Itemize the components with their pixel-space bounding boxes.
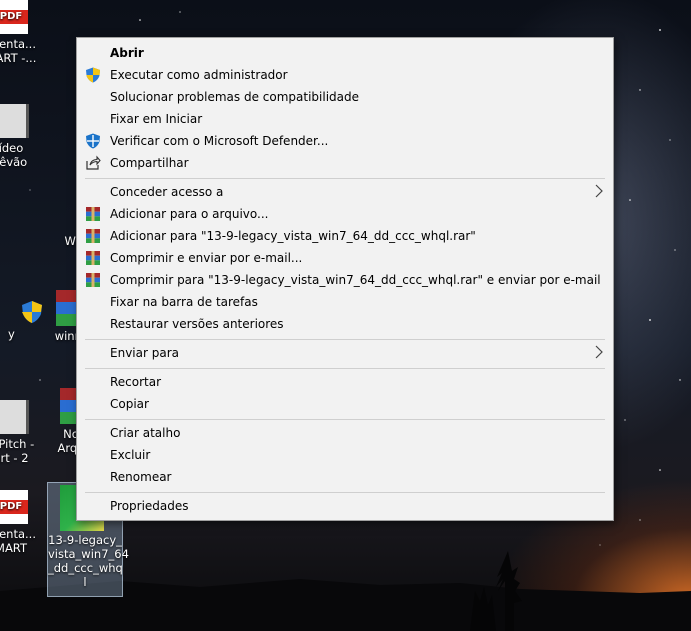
- menu-item-label: Restaurar versões anteriores: [110, 317, 284, 331]
- menu-item-scan-defender[interactable]: Verificar com o Microsoft Defender...: [77, 130, 613, 152]
- menu-item-create-shortcut[interactable]: Criar atalho: [77, 422, 613, 444]
- winrar-icon: [86, 273, 100, 287]
- menu-item-label: Solucionar problemas de compatibilidade: [110, 90, 359, 104]
- menu-item-restore-versions[interactable]: Restaurar versões anteriores: [77, 313, 613, 335]
- menu-item-add-to-archive[interactable]: Adicionar para o arquivo...: [77, 203, 613, 225]
- desktop-icon-pdf-1[interactable]: PDF esenta... MART -...: [0, 0, 50, 65]
- chevron-right-icon: [595, 184, 603, 198]
- desktop-icon-label: esenta... MART: [0, 527, 36, 555]
- menu-item-label: Enviar para: [110, 346, 179, 360]
- winrar-icon: [86, 229, 100, 243]
- menu-item-label: Executar como administrador: [110, 68, 288, 82]
- share-icon: [86, 155, 101, 170]
- menu-item-label: Compartilhar: [110, 156, 189, 170]
- menu-item-send-to[interactable]: Enviar para: [77, 342, 613, 364]
- winrar-icon: [86, 251, 100, 265]
- menu-item-label: Verificar com o Microsoft Defender...: [110, 134, 329, 148]
- menu-item-delete[interactable]: Excluir: [77, 444, 613, 466]
- desktop-icon-pdf-2[interactable]: PDF esenta... MART: [0, 490, 50, 555]
- menu-item-label: Criar atalho: [110, 426, 181, 440]
- menu-item-label: Comprimir e enviar por e-mail...: [110, 251, 303, 265]
- menu-item-label: Excluir: [110, 448, 151, 462]
- winrar-icon: [56, 290, 78, 326]
- video-thumbnail-icon: [0, 104, 29, 138]
- menu-item-pin-to-start[interactable]: Fixar em Iniciar: [77, 108, 613, 130]
- menu-item-label: Conceder acesso a: [110, 185, 224, 199]
- menu-item-label: Adicionar para "13-9-legacy_vista_win7_6…: [110, 229, 476, 243]
- menu-item-troubleshoot-compat[interactable]: Solucionar problemas de compatibilidade: [77, 86, 613, 108]
- video-thumbnail-icon: [0, 400, 29, 434]
- menu-item-label: Adicionar para o arquivo...: [110, 207, 269, 221]
- menu-item-label: Recortar: [110, 375, 162, 389]
- menu-separator: [85, 368, 605, 369]
- menu-item-rename[interactable]: Renomear: [77, 466, 613, 488]
- chevron-right-icon: [595, 345, 603, 359]
- menu-item-add-to-rar[interactable]: Adicionar para "13-9-legacy_vista_win7_6…: [77, 225, 613, 247]
- desktop-icon-label: 13-9-legacy_ vista_win7_64 _dd_ccc_whq l: [48, 533, 129, 589]
- menu-item-run-as-admin[interactable]: Executar como administrador: [77, 64, 613, 86]
- defender-icon: [86, 133, 100, 149]
- desktop-icon-label: esenta... MART -...: [0, 37, 37, 65]
- menu-item-copy[interactable]: Copiar: [77, 393, 613, 415]
- menu-separator: [85, 339, 605, 340]
- pdf-file-icon: PDF: [0, 490, 28, 524]
- menu-item-pin-taskbar[interactable]: Fixar na barra de tarefas: [77, 291, 613, 313]
- menu-item-label: Renomear: [110, 470, 172, 484]
- menu-separator: [85, 419, 605, 420]
- pdf-file-icon: PDF: [0, 0, 28, 34]
- menu-item-give-access[interactable]: Conceder acesso a: [77, 181, 613, 203]
- menu-item-cut[interactable]: Recortar: [77, 371, 613, 393]
- menu-item-compress-rar-email[interactable]: Comprimir para "13-9-legacy_vista_win7_6…: [77, 269, 613, 291]
- desktop-icon-video[interactable]: ídeo têvão: [0, 104, 50, 169]
- menu-item-label: Propriedades: [110, 499, 189, 513]
- menu-item-label: Fixar na barra de tarefas: [110, 295, 258, 309]
- menu-separator: [85, 492, 605, 493]
- winrar-icon: [86, 207, 100, 221]
- menu-separator: [85, 178, 605, 179]
- menu-item-label: Fixar em Iniciar: [110, 112, 203, 126]
- menu-item-label: Abrir: [110, 46, 144, 60]
- desktop-icon-label: ídeo têvão: [0, 141, 28, 169]
- menu-item-label: Comprimir para "13-9-legacy_vista_win7_6…: [110, 273, 601, 287]
- menu-item-open[interactable]: Abrir: [77, 42, 613, 64]
- menu-item-label: Copiar: [110, 397, 149, 411]
- menu-item-compress-email[interactable]: Comprimir e enviar por e-mail...: [77, 247, 613, 269]
- menu-item-share[interactable]: Compartilhar: [77, 152, 613, 174]
- uac-shield-icon: [86, 67, 100, 83]
- context-menu: Abrir Executar como administrador Soluci…: [76, 37, 614, 521]
- menu-item-properties[interactable]: Propriedades: [77, 495, 613, 517]
